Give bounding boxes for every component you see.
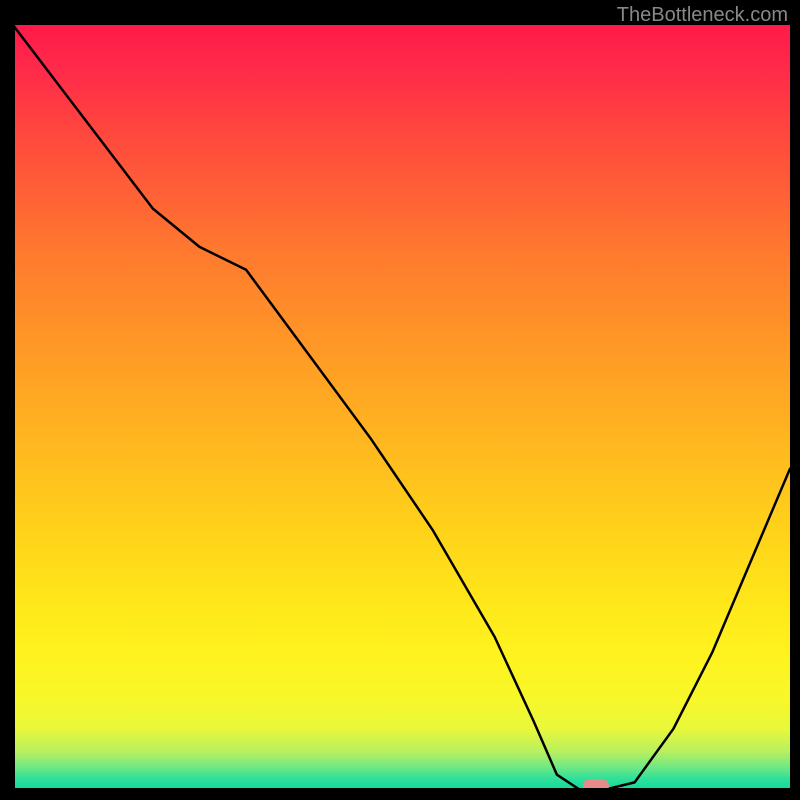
bottleneck-curve bbox=[13, 25, 790, 790]
y-axis bbox=[13, 25, 15, 790]
plot-area bbox=[13, 25, 790, 790]
x-axis bbox=[13, 788, 790, 790]
watermark-text: TheBottleneck.com bbox=[617, 4, 788, 27]
